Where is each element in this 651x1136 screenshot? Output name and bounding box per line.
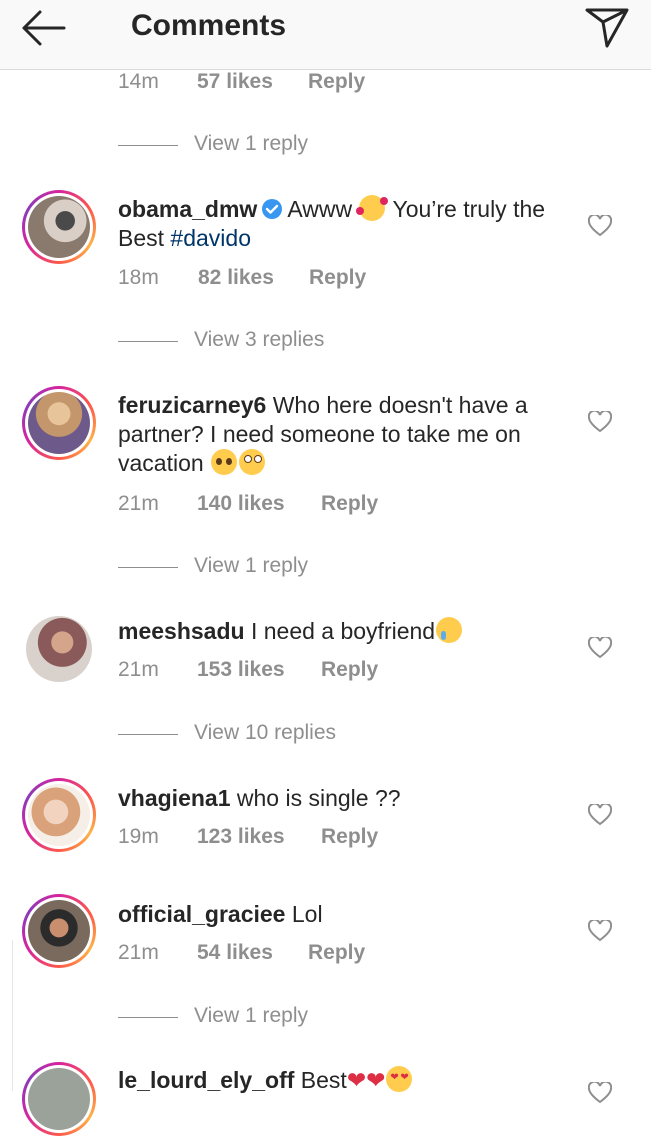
view-replies-label: View 1 reply <box>194 132 309 155</box>
comment-time: 14m <box>118 70 159 93</box>
divider-line <box>118 145 178 146</box>
like-heart-icon[interactable] <box>588 920 612 942</box>
comment-username[interactable]: meeshsadu <box>118 618 245 644</box>
comment-text: vhagiena1 who is single ?? <box>118 784 578 813</box>
like-heart-icon[interactable] <box>588 215 612 237</box>
edge-shadow <box>0 940 13 1091</box>
divider-line <box>118 734 178 735</box>
like-heart-icon[interactable] <box>588 1082 612 1104</box>
reply-button[interactable]: Reply <box>321 825 378 849</box>
comment-likes[interactable]: 123 likes <box>197 825 285 849</box>
like-heart-icon[interactable] <box>588 804 612 826</box>
avatar[interactable] <box>22 612 96 686</box>
avatar[interactable] <box>22 386 96 460</box>
comment-time: 21m <box>118 658 159 681</box>
header-bar: Comments <box>0 0 651 70</box>
heart-eyes-emoji: ❤ ❤ <box>386 1066 413 1092</box>
back-arrow-icon[interactable] <box>18 8 68 48</box>
eye-roll-emoji <box>239 449 266 475</box>
comment-body: who is single ?? <box>236 785 401 811</box>
reply-button[interactable]: Reply <box>308 941 365 965</box>
comment-body: Best <box>300 1067 347 1093</box>
comment-likes[interactable]: 54 likes <box>197 941 273 965</box>
divider-line <box>118 341 178 342</box>
like-heart-icon[interactable] <box>588 637 612 659</box>
direct-send-icon[interactable] <box>583 4 631 50</box>
comment-likes[interactable]: 153 likes <box>197 658 285 682</box>
red-heart-emoji: ❤ <box>366 1067 386 1093</box>
avatar[interactable] <box>22 894 96 968</box>
reply-button[interactable]: Reply <box>321 492 378 516</box>
comment-body: Lol <box>291 901 323 927</box>
comment-text: official_graciee Lol <box>118 900 578 929</box>
reply-button[interactable]: Reply <box>321 658 378 682</box>
verified-badge-icon <box>262 199 283 219</box>
comment-likes[interactable]: 82 likes <box>198 266 274 290</box>
comment-username[interactable]: vhagiena1 <box>118 785 231 811</box>
comment-username[interactable]: official_graciee <box>118 901 285 927</box>
comment-username[interactable]: le_lourd_ely_off <box>118 1067 294 1093</box>
comment-body: I need a boyfriend <box>250 618 436 644</box>
avatar[interactable] <box>22 190 96 264</box>
comment-time: 21m <box>118 492 159 515</box>
comment-text: obama_dmw Awww You’re truly the Best #dav… <box>118 195 578 253</box>
comment-likes[interactable]: 57 likes <box>197 70 273 94</box>
crying-face-emoji <box>436 617 463 643</box>
comment-time: 19m <box>118 825 159 848</box>
divider-line <box>118 1017 178 1018</box>
avatar[interactable] <box>22 1062 96 1136</box>
comment-text: meeshsadu I need a boyfriend <box>118 617 578 646</box>
smiling-face-with-hearts-emoji <box>356 195 389 221</box>
avatar[interactable] <box>22 778 96 852</box>
page-title: Comments <box>131 9 287 42</box>
view-replies-label: View 1 reply <box>194 1004 309 1027</box>
view-replies-label: View 10 replies <box>194 721 337 744</box>
comment-text: feruzicarney6 Who here doesn't have a pa… <box>118 391 578 478</box>
pleading-face-emoji <box>211 449 238 475</box>
comment-username[interactable]: feruzicarney6 <box>118 392 266 418</box>
comment-body: Awww <box>287 196 353 222</box>
comment-username[interactable]: obama_dmw <box>118 196 257 222</box>
comment-time: 21m <box>118 941 159 964</box>
view-replies-label: View 3 replies <box>194 328 325 351</box>
reply-button[interactable]: Reply <box>309 266 366 290</box>
view-replies-label: View 1 reply <box>194 554 309 577</box>
comment-likes[interactable]: 140 likes <box>197 492 285 516</box>
like-heart-icon[interactable] <box>588 411 612 433</box>
red-heart-emoji: ❤ <box>346 1067 367 1093</box>
hashtag-link[interactable]: #davido <box>170 225 251 251</box>
reply-button[interactable]: Reply <box>308 70 365 94</box>
comment-time: 18m <box>118 266 159 289</box>
divider-line <box>118 567 178 568</box>
